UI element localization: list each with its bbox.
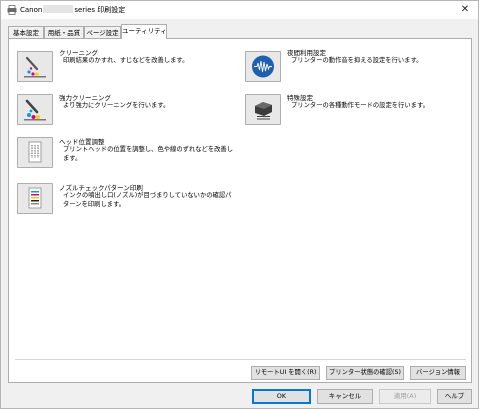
head-alignment-button[interactable] xyxy=(17,137,53,168)
head-alignment-description: プリントヘッドの位置を調整し、色や線のずれなどを改善します。 xyxy=(63,146,234,162)
ok-button[interactable]: OK xyxy=(252,389,311,404)
window-title: Canon series 印刷設定 xyxy=(20,5,125,15)
special-settings-description: プリンターの各種動作モードの設定を行います。 xyxy=(291,102,429,109)
deep-cleaning-button[interactable] xyxy=(17,94,53,125)
title-bar: Canon series 印刷設定 ✕ xyxy=(1,1,478,19)
nozzle-check-button[interactable] xyxy=(17,183,53,214)
redacted-model-name xyxy=(43,5,74,13)
print-settings-window: Canon series 印刷設定 ✕ 基本設定 用紙・品質 ページ設定 ユーティ… xyxy=(0,0,479,409)
close-icon: ✕ xyxy=(460,4,470,15)
help-button[interactable]: ヘルプ xyxy=(437,389,472,404)
version-info-button[interactable]: バージョン情報 xyxy=(410,366,466,380)
deep-cleaning-icon xyxy=(24,99,46,121)
nozzle-check-description: インクの噴出し口(ノズル)が目づまりしていないかの確認パターンを印刷します。 xyxy=(63,192,232,208)
deep-cleaning-description: より強力にクリーニングを行います。 xyxy=(63,102,170,109)
apply-button[interactable]: 適用(A) xyxy=(379,389,431,404)
cancel-button[interactable]: キャンセル xyxy=(317,389,373,404)
close-window-button[interactable]: ✕ xyxy=(458,3,472,17)
title-brand: Canon xyxy=(20,6,43,14)
special-settings-icon xyxy=(255,102,272,120)
quiet-mode-description: プリンターの動作音を抑える設定を行います。 xyxy=(291,57,423,64)
cleaning-description: 印刷結果のかすれ、すじなどを改善します。 xyxy=(63,57,189,64)
cleaning-icon xyxy=(24,56,46,78)
open-remote-ui-button[interactable]: リモートUI を開く(R) xyxy=(251,366,320,380)
printer-app-icon xyxy=(7,5,17,15)
special-settings-button[interactable] xyxy=(245,94,281,125)
head-alignment-icon xyxy=(28,141,42,163)
quiet-mode-button[interactable] xyxy=(245,51,281,82)
check-printer-status-button[interactable]: プリンター状態の確認(S) xyxy=(326,366,404,380)
utility-panel: クリーニング 印刷結果のかすれ、すじなどを改善します。 強力クリーニング より強… xyxy=(8,38,472,383)
nozzle-check-icon xyxy=(28,187,42,209)
panel-divider xyxy=(15,359,466,360)
title-suffix: series 印刷設定 xyxy=(74,6,126,14)
cleaning-button[interactable] xyxy=(17,51,53,82)
tab-utility[interactable]: ユーティリティ xyxy=(121,24,167,39)
quiet-mode-icon xyxy=(252,55,274,78)
